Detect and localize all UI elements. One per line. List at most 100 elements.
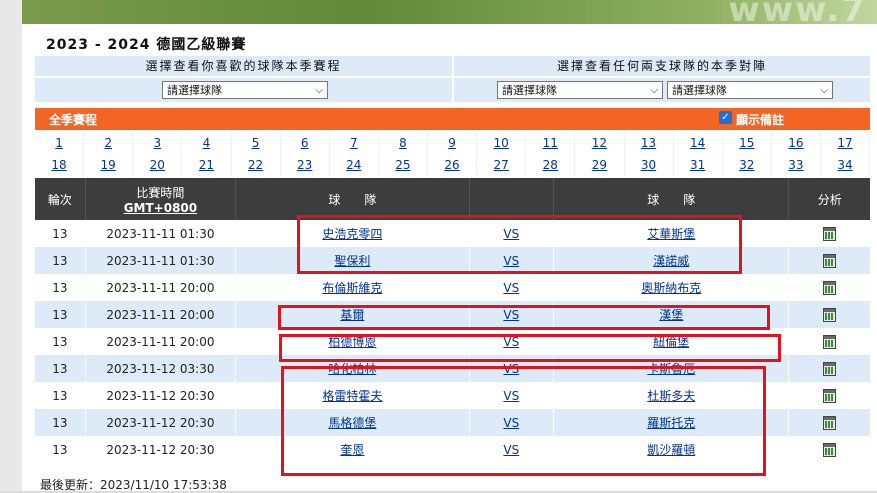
banner-image: www.7 <box>22 0 877 30</box>
team-b-select-value: 請選擇球隊 <box>672 84 727 97</box>
round-link[interactable]: 5 <box>232 132 281 154</box>
chevron-down-icon: ⌵ <box>820 85 828 96</box>
col-time: 比賽時間 GMT+0800 <box>85 178 237 220</box>
analysis-icon[interactable] <box>823 415 837 430</box>
round-cell: 13 <box>35 301 86 328</box>
analysis-icon[interactable] <box>823 226 837 241</box>
analysis-icon[interactable] <box>823 280 837 295</box>
round-link[interactable]: 23 <box>281 154 330 176</box>
analysis-cell <box>788 247 870 274</box>
round-link[interactable]: 10 <box>477 132 527 154</box>
col-away: 球 隊 <box>553 178 790 220</box>
analysis-icon[interactable] <box>823 334 837 349</box>
round-link[interactable]: 24 <box>330 154 379 176</box>
head-to-head-header: 選擇查看任何兩支球隊的本季對陣 <box>454 56 870 78</box>
round-link[interactable]: 34 <box>821 154 871 176</box>
timezone-link[interactable]: GMT+0800 <box>86 201 235 215</box>
time-cell: 2023-11-12 20:30 <box>85 409 237 436</box>
single-team-header: 選擇查看你喜歡的球隊本季賽程 <box>35 56 452 78</box>
time-cell: 2023-11-12 03:30 <box>85 355 237 382</box>
round-link[interactable]: 9 <box>428 132 478 154</box>
analysis-cell <box>788 436 870 463</box>
time-cell: 2023-11-12 20:30 <box>85 436 237 463</box>
round-cell: 13 <box>35 409 86 436</box>
chevron-down-icon: ⌵ <box>315 85 323 96</box>
left-gutter <box>0 0 23 491</box>
chevron-down-icon: ⌵ <box>650 85 658 96</box>
round-link[interactable]: 27 <box>477 154 527 176</box>
round-link[interactable]: 4 <box>182 132 232 154</box>
round-link[interactable]: 28 <box>526 154 576 176</box>
analysis-cell <box>788 355 870 382</box>
time-cell: 2023-11-11 01:30 <box>85 220 237 247</box>
round-link[interactable]: 31 <box>674 154 723 176</box>
time-cell: 2023-11-12 20:30 <box>85 382 237 409</box>
round-cell: 13 <box>35 220 86 247</box>
round-link[interactable]: 2 <box>84 132 134 154</box>
analysis-icon[interactable] <box>823 307 837 322</box>
round-link[interactable]: 3 <box>133 132 183 154</box>
round-link[interactable]: 25 <box>379 154 428 176</box>
round-link[interactable]: 17 <box>821 132 871 154</box>
round-link[interactable]: 14 <box>674 132 723 154</box>
home-team-cell: 布倫斯維克 <box>235 274 470 301</box>
round-cell: 13 <box>35 355 86 382</box>
team-b-select-dropdown[interactable]: 請選擇球隊 ⌵ <box>667 81 833 99</box>
round-cell: 13 <box>35 247 86 274</box>
time-cell: 2023-11-11 01:30 <box>85 247 237 274</box>
round-link[interactable]: 1 <box>35 132 85 154</box>
round-cell: 13 <box>35 382 86 409</box>
round-link[interactable]: 32 <box>723 154 772 176</box>
last-updated: 最後更新：2023/11/10 17:53:38 <box>40 478 227 492</box>
time-cell: 2023-11-11 20:00 <box>85 328 237 355</box>
analysis-cell <box>788 382 870 409</box>
round-link[interactable]: 11 <box>526 132 576 154</box>
round-link[interactable]: 20 <box>133 154 183 176</box>
round-link[interactable]: 7 <box>330 132 379 154</box>
team-select-dropdown[interactable]: 請選擇球隊 ⌵ <box>162 81 328 99</box>
round-link[interactable]: 21 <box>182 154 232 176</box>
vs-link[interactable]: VS <box>503 281 519 295</box>
col-analysis: 分析 <box>788 178 870 220</box>
round-cell: 13 <box>35 274 86 301</box>
round-link[interactable]: 26 <box>428 154 478 176</box>
round-row-1: 1 2 3 4 5 6 7 8 9 10 11 12 13 14 15 16 17 <box>35 132 871 154</box>
analysis-cell <box>788 274 870 301</box>
round-link[interactable]: 22 <box>232 154 281 176</box>
analysis-cell <box>788 328 870 355</box>
round-link[interactable]: 6 <box>281 132 330 154</box>
team-a-select-dropdown[interactable]: 請選擇球隊 ⌵ <box>497 81 663 99</box>
away-team-link[interactable]: 奧斯納布克 <box>641 281 701 295</box>
round-link[interactable]: 30 <box>625 154 674 176</box>
analysis-icon[interactable] <box>823 361 837 376</box>
show-notes-label: 顯示備註 <box>736 113 785 127</box>
round-link[interactable]: 19 <box>84 154 134 176</box>
table-row: 13 2023-11-11 20:00 布倫斯維克 VS 奧斯納布克 <box>35 274 870 301</box>
head-to-head-selector: 選擇查看任何兩支球隊的本季對陣 請選擇球隊 ⌵ 請選擇球隊 ⌵ <box>454 56 870 102</box>
highlight-box <box>278 305 770 330</box>
col-home: 球 隊 <box>235 178 470 220</box>
analysis-icon[interactable] <box>823 442 837 457</box>
team-select-value: 請選擇球隊 <box>167 84 222 97</box>
round-selector: 1 2 3 4 5 6 7 8 9 10 11 12 13 14 15 16 17 18 19 20 21 22 23 24… <box>35 132 871 176</box>
season-schedule-bar: 全季賽程 ✓ 顯示備註 <box>35 108 870 130</box>
round-link[interactable]: 33 <box>772 154 821 176</box>
home-team-link[interactable]: 布倫斯維克 <box>322 281 382 295</box>
analysis-cell <box>788 301 870 328</box>
show-notes-checkbox[interactable]: ✓ <box>719 111 732 124</box>
round-link[interactable]: 18 <box>35 154 85 176</box>
analysis-icon[interactable] <box>823 253 837 268</box>
analysis-cell <box>788 220 870 247</box>
col-vs <box>469 178 555 220</box>
round-link[interactable]: 29 <box>575 154 625 176</box>
round-link[interactable]: 15 <box>723 132 772 154</box>
team-selector-bar: 選擇查看你喜歡的球隊本季賽程 請選擇球隊 ⌵ 選擇查看任何兩支球隊的本季對陣 請… <box>35 56 870 102</box>
round-link[interactable]: 13 <box>625 132 674 154</box>
season-schedule-label: 全季賽程 <box>49 113 98 127</box>
round-link[interactable]: 12 <box>575 132 625 154</box>
analysis-icon[interactable] <box>823 388 837 403</box>
round-link[interactable]: 8 <box>379 132 428 154</box>
analysis-cell <box>788 409 870 436</box>
round-link[interactable]: 16 <box>772 132 821 154</box>
vs-cell: VS <box>469 274 555 301</box>
